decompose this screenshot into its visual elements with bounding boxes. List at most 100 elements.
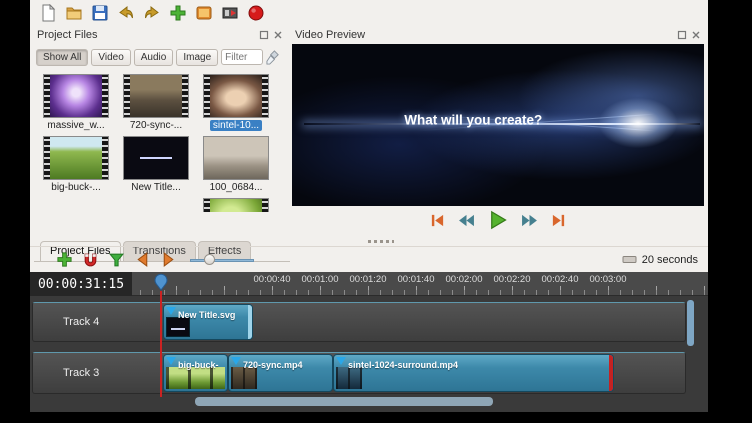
next-marker-icon[interactable]	[160, 251, 177, 268]
timeline-ruler[interactable]: 00:00:40 00:01:00 00:01:20 00:01:40 00:0…	[132, 272, 708, 296]
file-label: sintel-10...	[210, 120, 262, 131]
filter-tab-show-all[interactable]: Show All	[36, 49, 88, 66]
file-label: 100_0684...	[210, 182, 263, 193]
playhead-line[interactable]	[160, 291, 162, 397]
timeline-tracks-area: Track 4 New Title.svg Track 3 big-buck- …	[30, 296, 708, 412]
file-item[interactable]: big-buck-...	[37, 136, 115, 198]
close-icon[interactable]	[273, 30, 283, 40]
jump-to-start-icon[interactable]	[430, 213, 445, 228]
filter-tab-audio[interactable]: Audio	[134, 49, 174, 66]
clip-thumbnail	[231, 367, 257, 389]
new-project-icon[interactable]	[38, 4, 57, 23]
project-files-header: Project Files	[32, 26, 288, 44]
main-toolbar	[30, 0, 708, 26]
export-video-icon[interactable]	[220, 4, 239, 23]
zoom-scale-label: 20 seconds	[642, 254, 698, 266]
previous-marker-icon[interactable]	[134, 251, 151, 268]
close-icon[interactable]	[691, 30, 701, 40]
clip-720-sync[interactable]: 720-sync.mp4	[228, 354, 333, 392]
track-row-4[interactable]: Track 4 New Title.svg	[32, 302, 686, 342]
filter-input[interactable]	[221, 49, 263, 65]
clip-thumbnail	[166, 317, 190, 337]
file-item-selected[interactable]: sintel-10...	[197, 74, 275, 136]
video-thumbnail	[203, 198, 269, 212]
file-label: New Title...	[131, 182, 180, 193]
openshot-window: Project Files Show All Video Audio Image…	[30, 0, 708, 412]
redo-icon[interactable]	[142, 4, 161, 23]
snapping-toggle-icon[interactable]	[82, 251, 99, 268]
video-title-text: What will you create?	[404, 113, 542, 128]
file-label: big-buck-...	[51, 182, 100, 193]
undock-icon[interactable]	[259, 30, 269, 40]
clip-new-title[interactable]: New Title.svg	[163, 304, 253, 340]
add-marker-icon[interactable]	[108, 251, 125, 268]
panel-splitter-handle[interactable]	[368, 240, 394, 243]
clip-sintel[interactable]: sintel-1024-surround.mp4	[333, 354, 614, 392]
playhead-handle[interactable]	[154, 273, 168, 296]
horizontal-scrollbar[interactable]	[195, 397, 493, 406]
file-item[interactable]: 720-sync-...	[117, 74, 195, 136]
panel-title: Video Preview	[295, 29, 365, 41]
filter-tab-video[interactable]: Video	[91, 49, 130, 66]
file-item[interactable]: New Title...	[117, 136, 195, 198]
project-files-grid: massive_w... 720-sync-... sintel-10... b…	[36, 74, 284, 212]
undock-icon[interactable]	[677, 30, 687, 40]
clip-menu-icon[interactable]	[231, 357, 241, 365]
file-filter-row: Show All Video Audio Image	[32, 46, 288, 68]
ruler-label: 00:02:00	[446, 274, 483, 285]
clip-menu-icon[interactable]	[336, 357, 346, 365]
vertical-scrollbar[interactable]	[687, 300, 694, 346]
video-thumbnail	[203, 74, 269, 118]
video-thumbnail	[43, 74, 109, 118]
ruler-label: 00:02:20	[494, 274, 531, 285]
current-time-display: 00:00:31:15	[30, 272, 132, 296]
ruler-label: 00:02:40	[542, 274, 579, 285]
playback-controls	[290, 210, 706, 230]
zoom-scale-icon	[622, 253, 637, 266]
video-preview-header: Video Preview	[290, 26, 706, 44]
file-label: massive_w...	[47, 120, 104, 131]
panel-title: Project Files	[37, 29, 98, 41]
file-item[interactable]: 100_0684...	[197, 136, 275, 198]
file-item[interactable]: massive_w...	[37, 74, 115, 136]
clip-label: sintel-1024-surround.mp4	[334, 359, 460, 370]
jump-to-end-icon[interactable]	[551, 213, 566, 228]
track-name: Track 3	[63, 367, 99, 379]
ruler-label: 00:00:40	[254, 274, 291, 285]
file-item-partial[interactable]	[197, 198, 275, 212]
save-project-icon[interactable]	[90, 4, 109, 23]
clear-filter-icon[interactable]	[266, 50, 281, 65]
clip-big-buck[interactable]: big-buck-	[163, 354, 228, 392]
ruler-label: 00:01:20	[350, 274, 387, 285]
zoom-slider[interactable]	[190, 253, 254, 267]
clip-thumbnail	[336, 367, 362, 389]
clip-menu-icon[interactable]	[166, 307, 176, 315]
record-icon[interactable]	[246, 4, 265, 23]
filter-tab-image[interactable]: Image	[176, 49, 218, 66]
timeline-toolbar: 20 seconds	[30, 246, 708, 272]
zoom-slider-handle[interactable]	[204, 254, 215, 265]
open-project-icon[interactable]	[64, 4, 83, 23]
video-thumbnail	[43, 136, 109, 180]
import-files-icon[interactable]	[168, 4, 187, 23]
track-row-3[interactable]: Track 3 big-buck- 720-sync.mp4 sintel-10…	[32, 352, 686, 394]
fast-forward-icon[interactable]	[521, 214, 538, 227]
clip-right-trim-handle[interactable]	[248, 305, 252, 339]
ruler-label: 00:03:00	[590, 274, 627, 285]
zoom-slider-track[interactable]	[190, 259, 254, 262]
ruler-minor-ticks	[132, 290, 708, 295]
file-label: 720-sync-...	[130, 120, 182, 131]
track-name: Track 4	[63, 316, 99, 328]
clip-menu-icon[interactable]	[166, 357, 176, 365]
video-preview-panel: Video Preview What will you create?	[290, 26, 706, 238]
rewind-icon[interactable]	[458, 214, 475, 227]
video-thumbnail	[123, 74, 189, 118]
add-track-icon[interactable]	[56, 251, 73, 268]
play-icon[interactable]	[488, 210, 508, 230]
project-files-panel: Project Files Show All Video Audio Image…	[32, 26, 288, 212]
choose-profile-icon[interactable]	[194, 4, 213, 23]
ruler-label: 00:01:00	[302, 274, 339, 285]
clip-right-trim-handle[interactable]	[609, 355, 613, 391]
zoom-scale-indicator: 20 seconds	[622, 253, 698, 266]
undo-icon[interactable]	[116, 4, 135, 23]
